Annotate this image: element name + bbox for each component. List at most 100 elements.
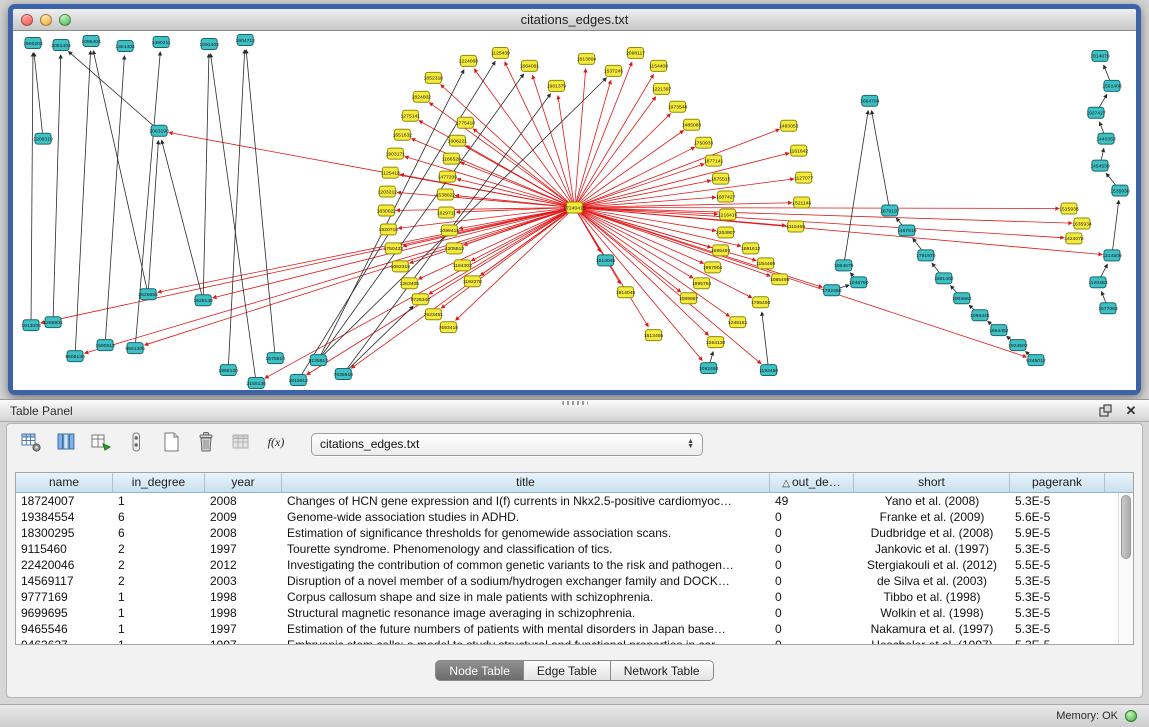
table-cell[interactable]: 9115460 [16, 541, 113, 557]
table-cell[interactable]: 5.3E-5 [1010, 605, 1105, 621]
table-cell[interactable]: 5.3E-5 [1010, 637, 1105, 645]
table-row[interactable]: 1872400712008Changes of HCN gene express… [16, 493, 1133, 509]
new-table-button[interactable] [157, 430, 185, 458]
table-cell[interactable]: Changes of HCN gene expression and I(f) … [282, 493, 770, 509]
table-cell[interactable]: 14569117 [16, 573, 113, 589]
column-header-in_degree[interactable]: in_degree [113, 473, 205, 493]
table-cell[interactable]: Dudbridge et al. (2008) [854, 525, 1010, 541]
table-cell[interactable]: Embryonic stem cells: a model to study s… [282, 637, 770, 645]
table-cell[interactable]: 5.3E-5 [1010, 541, 1105, 557]
table-cell[interactable]: 1997 [205, 637, 282, 645]
table-cell[interactable]: 0 [770, 621, 854, 637]
zoom-window-button[interactable] [59, 14, 71, 26]
table-row[interactable]: 977716911998Corpus callosum shape and si… [16, 589, 1133, 605]
table-cell[interactable]: Nakamura et al. (1997) [854, 621, 1010, 637]
table-cell[interactable]: 1998 [205, 589, 282, 605]
delete-table-button[interactable] [192, 430, 220, 458]
table-row[interactable]: 1938455462009Genome-wide association stu… [16, 509, 1133, 525]
table-cell[interactable]: 5.9E-5 [1010, 525, 1105, 541]
table-row[interactable]: 946554611997Estimation of the future num… [16, 621, 1133, 637]
network-canvas[interactable]: 1724041518523181824002127514116516321903… [13, 31, 1136, 390]
table-cell[interactable]: 1 [113, 621, 205, 637]
table-cell[interactable]: Yano et al. (2008) [854, 493, 1010, 509]
table-cell[interactable]: 1 [113, 637, 205, 645]
table-cell[interactable]: 2 [113, 557, 205, 573]
table-cell[interactable]: 5.3E-5 [1010, 493, 1105, 509]
close-panel-icon[interactable]: ✕ [1123, 403, 1139, 419]
column-header-year[interactable]: year [205, 473, 282, 493]
table-cell[interactable]: 2008 [205, 493, 282, 509]
merge-table-disabled-button[interactable] [227, 430, 255, 458]
table-cell[interactable]: Tibbo et al. (1998) [854, 589, 1010, 605]
table-cell[interactable]: 1997 [205, 541, 282, 557]
table-cell[interactable]: 0 [770, 525, 854, 541]
column-header-pagerank[interactable]: pagerank [1010, 473, 1105, 493]
panel-resize-grip[interactable] [562, 401, 588, 405]
table-cell[interactable]: Jankovic et al. (1997) [854, 541, 1010, 557]
column-header-short[interactable]: short [854, 473, 1010, 493]
table-cell[interactable]: 5.3E-5 [1010, 589, 1105, 605]
table-cell[interactable]: Franke et al. (2009) [854, 509, 1010, 525]
table-cell[interactable]: 0 [770, 589, 854, 605]
table-cell[interactable]: 5.3E-5 [1010, 573, 1105, 589]
table-cell[interactable]: 6 [113, 525, 205, 541]
table-cell[interactable]: 1 [113, 493, 205, 509]
table-cell[interactable]: 2003 [205, 573, 282, 589]
table-mode-settings-button[interactable] [17, 430, 45, 458]
table-cell[interactable]: 0 [770, 557, 854, 573]
tab-network-table[interactable]: Network Table [611, 660, 714, 681]
table-row[interactable]: 946362711997Embryonic stem cells: a mode… [16, 637, 1133, 645]
table-vertical-scrollbar[interactable] [1118, 493, 1133, 644]
table-cell[interactable]: 1997 [205, 621, 282, 637]
network-graph[interactable]: 1724041518523181824002127514116516321903… [13, 31, 1136, 390]
table-cell[interactable]: 22420046 [16, 557, 113, 573]
table-cell[interactable]: 2009 [205, 509, 282, 525]
table-cell[interactable]: 1998 [205, 605, 282, 621]
table-cell[interactable]: 19384554 [16, 509, 113, 525]
table-cell[interactable]: de Silva et al. (2003) [854, 573, 1010, 589]
tab-edge-table[interactable]: Edge Table [524, 660, 611, 681]
table-cell[interactable]: Corpus callosum shape and size in male p… [282, 589, 770, 605]
table-cell[interactable]: 1 [113, 589, 205, 605]
row-tools-button[interactable] [122, 430, 150, 458]
table-row[interactable]: 1456911722003Disruption of a novel membe… [16, 573, 1133, 589]
table-cell[interactable]: 0 [770, 573, 854, 589]
column-header-name[interactable]: name [16, 473, 113, 493]
table-cell[interactable]: Estimation of the future numbers of pati… [282, 621, 770, 637]
table-cell[interactable]: 0 [770, 637, 854, 645]
window-titlebar[interactable]: citations_edges.txt [13, 9, 1136, 31]
table-cell[interactable]: Genome-wide association studies in ADHD. [282, 509, 770, 525]
table-cell[interactable]: Tourette syndrome. Phenomenology and cla… [282, 541, 770, 557]
table-cell[interactable]: 9465546 [16, 621, 113, 637]
table-cell[interactable]: 2 [113, 573, 205, 589]
column-header-title[interactable]: title [282, 473, 770, 493]
table-cell[interactable]: 5.5E-5 [1010, 557, 1105, 573]
table-cell[interactable]: 18300295 [16, 525, 113, 541]
table-cell[interactable]: 0 [770, 541, 854, 557]
float-panel-icon[interactable] [1097, 403, 1113, 419]
table-cell[interactable]: Estimation of significance thresholds fo… [282, 525, 770, 541]
table-cell[interactable]: 9699695 [16, 605, 113, 621]
table-cell[interactable]: 49 [770, 493, 854, 509]
table-cell[interactable]: Disruption of a novel member of a sodium… [282, 573, 770, 589]
close-window-button[interactable] [21, 14, 33, 26]
table-cell[interactable]: 2 [113, 541, 205, 557]
table-cell[interactable]: 1 [113, 605, 205, 621]
table-row[interactable]: 1830029562008Estimation of significance … [16, 525, 1133, 541]
table-cell[interactable]: Wolkin et al. (1998) [854, 605, 1010, 621]
table-cell[interactable]: Structural magnetic resonance image aver… [282, 605, 770, 621]
table-cell[interactable]: 18724007 [16, 493, 113, 509]
table-row[interactable]: 2242004622012Investigating the contribut… [16, 557, 1133, 573]
function-builder-button[interactable]: f(x) [262, 430, 290, 458]
table-cell[interactable]: 0 [770, 509, 854, 525]
show-columns-button[interactable] [52, 430, 80, 458]
table-cell[interactable]: Hescheler et al. (1997) [854, 637, 1010, 645]
table-cell[interactable]: Stergiakouli et al. (2012) [854, 557, 1010, 573]
table-row[interactable]: 911546021997Tourette syndrome. Phenomeno… [16, 541, 1133, 557]
table-cell[interactable]: 5.6E-5 [1010, 509, 1105, 525]
create-column-button[interactable] [87, 430, 115, 458]
table-source-dropdown[interactable]: citations_edges.txt ▲▼ [311, 433, 703, 456]
table-cell[interactable]: Investigating the contribution of common… [282, 557, 770, 573]
table-cell[interactable]: 0 [770, 605, 854, 621]
column-header-out_de[interactable]: △out_de… [770, 473, 854, 493]
